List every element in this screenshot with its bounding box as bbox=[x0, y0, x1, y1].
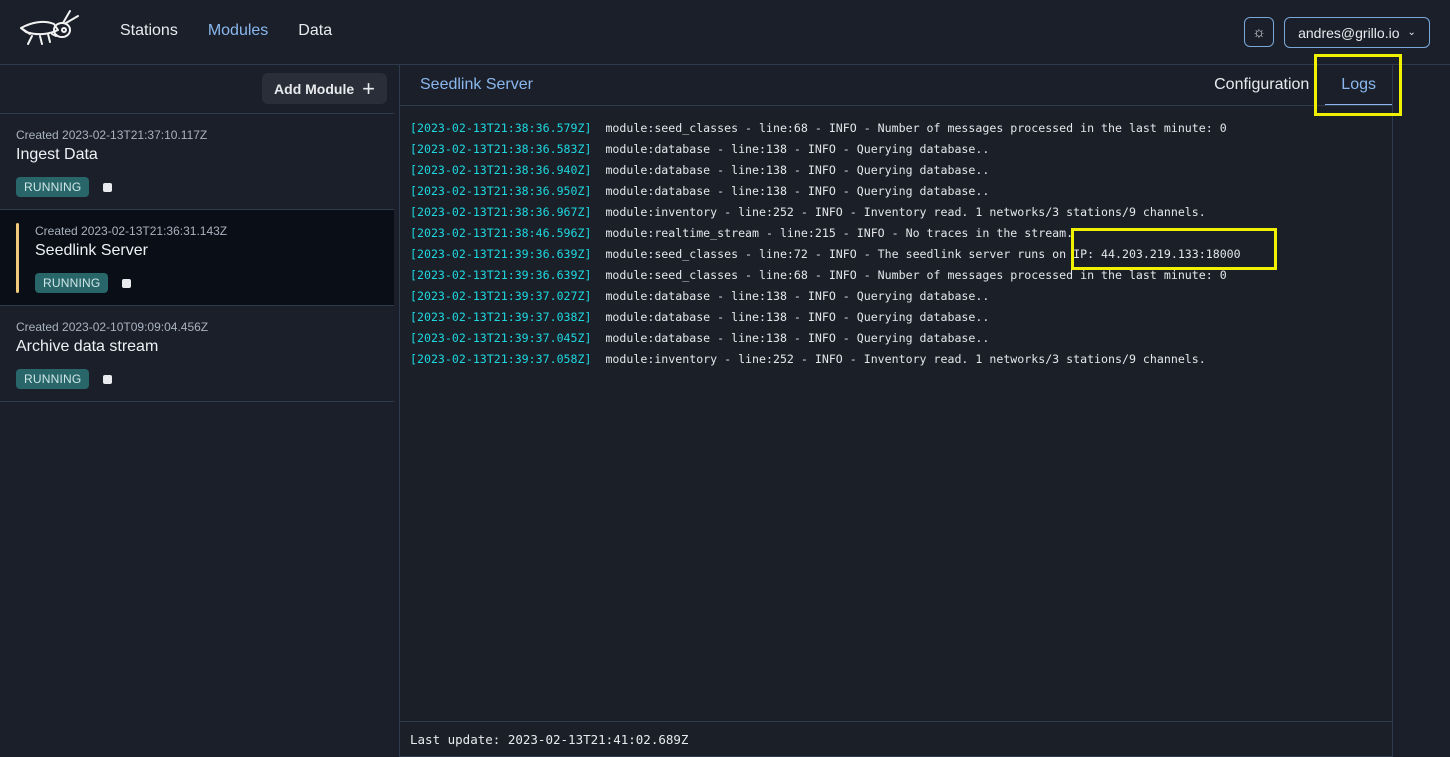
module-created: Created 2023-02-13T21:37:10.117Z bbox=[16, 128, 208, 142]
module-created: Created 2023-02-13T21:36:31.143Z bbox=[35, 224, 228, 238]
log-message: module:database - line:138 - INFO - Quer… bbox=[605, 331, 990, 345]
tab-configuration[interactable]: Configuration bbox=[1198, 65, 1325, 105]
module-name: Seedlink Server bbox=[35, 242, 148, 259]
log-line: [2023-02-13T21:38:46.596Z] module:realti… bbox=[410, 223, 1241, 244]
log-timestamp: [2023-02-13T21:39:36.639Z] bbox=[410, 268, 592, 282]
log-timestamp: [2023-02-13T21:38:36.967Z] bbox=[410, 205, 592, 219]
log-line: [2023-02-13T21:39:37.038Z] module:databa… bbox=[410, 307, 1241, 328]
add-module-button[interactable]: Add Module + bbox=[262, 73, 387, 104]
log-message: module:seed_classes - line:68 - INFO - N… bbox=[605, 121, 1227, 135]
sidebar-header: Add Module + bbox=[0, 65, 394, 114]
log-timestamp: [2023-02-13T21:39:37.027Z] bbox=[410, 289, 592, 303]
modules-sidebar: Add Module + Created 2023-02-13T21:37:10… bbox=[0, 65, 394, 757]
last-update: Last update: 2023-02-13T21:41:02.689Z bbox=[400, 721, 1392, 757]
nav-modules[interactable]: Modules bbox=[208, 22, 268, 40]
log-message: module:seed_classes - line:68 - INFO - N… bbox=[605, 268, 1227, 282]
log-line: [2023-02-13T21:39:36.639Z] module:seed_c… bbox=[410, 244, 1241, 265]
cricket-logo-icon[interactable] bbox=[18, 8, 82, 56]
theme-toggle-button[interactable]: ☼ bbox=[1244, 17, 1274, 47]
log-message: module:database - line:138 - INFO - Quer… bbox=[605, 310, 990, 324]
status-badge: RUNNING bbox=[16, 177, 90, 197]
chevron-down-icon: ⌄ bbox=[1407, 27, 1416, 38]
log-timestamp: [2023-02-13T21:38:36.583Z] bbox=[410, 142, 592, 156]
module-detail-panel: Seedlink Server Configuration Logs [2023… bbox=[399, 65, 1393, 757]
module-item-archive-data-stream[interactable]: Created 2023-02-10T09:09:04.456Z Archive… bbox=[0, 306, 394, 402]
plus-icon: + bbox=[362, 75, 375, 101]
log-line: [2023-02-13T21:38:36.950Z] module:databa… bbox=[410, 181, 1241, 202]
log-timestamp: [2023-02-13T21:38:36.950Z] bbox=[410, 184, 592, 198]
log-timestamp: [2023-02-13T21:39:37.058Z] bbox=[410, 352, 592, 366]
user-menu-button[interactable]: andres@grillo.io ⌄ bbox=[1284, 17, 1430, 48]
log-line: [2023-02-13T21:39:37.058Z] module:invent… bbox=[410, 349, 1241, 370]
log-output: [2023-02-13T21:38:36.579Z] module:seed_c… bbox=[410, 118, 1241, 370]
stop-icon[interactable] bbox=[122, 278, 132, 288]
log-timestamp: [2023-02-13T21:39:36.639Z] bbox=[410, 247, 592, 261]
log-timestamp: [2023-02-13T21:38:36.579Z] bbox=[410, 121, 592, 135]
top-bar: Stations Modules Data ☼ andres@grillo.io… bbox=[0, 0, 1450, 65]
log-timestamp: [2023-02-13T21:39:37.038Z] bbox=[410, 310, 592, 324]
log-line: [2023-02-13T21:38:36.967Z] module:invent… bbox=[410, 202, 1241, 223]
module-title: Seedlink Server bbox=[420, 76, 533, 93]
main-nav: Stations Modules Data bbox=[120, 22, 332, 40]
nav-stations[interactable]: Stations bbox=[120, 22, 178, 40]
log-message: module:inventory - line:252 - INFO - Inv… bbox=[605, 352, 1206, 366]
module-item-ingest-data[interactable]: Created 2023-02-13T21:37:10.117Z Ingest … bbox=[0, 114, 394, 210]
log-line: [2023-02-13T21:38:36.583Z] module:databa… bbox=[410, 139, 1241, 160]
log-message: module:database - line:138 - INFO - Quer… bbox=[605, 289, 990, 303]
log-timestamp: [2023-02-13T21:38:36.940Z] bbox=[410, 163, 592, 177]
selected-marker bbox=[16, 223, 19, 293]
log-timestamp: [2023-02-13T21:38:46.596Z] bbox=[410, 226, 592, 240]
log-message: module:database - line:138 - INFO - Quer… bbox=[605, 142, 990, 156]
add-module-label: Add Module bbox=[274, 80, 355, 97]
module-name: Ingest Data bbox=[16, 146, 98, 163]
sun-icon: ☼ bbox=[1252, 23, 1266, 41]
log-message: module:realtime_stream - line:215 - INFO… bbox=[605, 226, 1074, 240]
module-created: Created 2023-02-10T09:09:04.456Z bbox=[16, 320, 209, 334]
log-line: [2023-02-13T21:39:37.045Z] module:databa… bbox=[410, 328, 1241, 349]
log-message: module:inventory - line:252 - INFO - Inv… bbox=[605, 205, 1206, 219]
detail-header: Seedlink Server Configuration Logs bbox=[400, 65, 1392, 106]
log-line: [2023-02-13T21:39:36.639Z] module:seed_c… bbox=[410, 265, 1241, 286]
log-line: [2023-02-13T21:39:37.027Z] module:databa… bbox=[410, 286, 1241, 307]
status-badge: RUNNING bbox=[35, 273, 109, 293]
log-timestamp: [2023-02-13T21:39:37.045Z] bbox=[410, 331, 592, 345]
status-badge: RUNNING bbox=[16, 369, 90, 389]
nav-data[interactable]: Data bbox=[298, 22, 332, 40]
stop-icon[interactable] bbox=[103, 374, 113, 384]
detail-tabs: Configuration Logs bbox=[1198, 65, 1392, 105]
user-email: andres@grillo.io bbox=[1298, 24, 1400, 41]
module-name: Archive data stream bbox=[16, 338, 159, 355]
log-line: [2023-02-13T21:38:36.940Z] module:databa… bbox=[410, 160, 1241, 181]
log-message: module:database - line:138 - INFO - Quer… bbox=[605, 184, 990, 198]
tab-logs[interactable]: Logs bbox=[1325, 65, 1392, 105]
log-line: [2023-02-13T21:38:36.579Z] module:seed_c… bbox=[410, 118, 1241, 139]
log-message: module:seed_classes - line:72 - INFO - T… bbox=[605, 247, 1241, 261]
stop-icon[interactable] bbox=[103, 182, 113, 192]
module-item-seedlink-server[interactable]: Created 2023-02-13T21:36:31.143Z Seedlin… bbox=[0, 210, 394, 306]
log-message: module:database - line:138 - INFO - Quer… bbox=[605, 163, 990, 177]
